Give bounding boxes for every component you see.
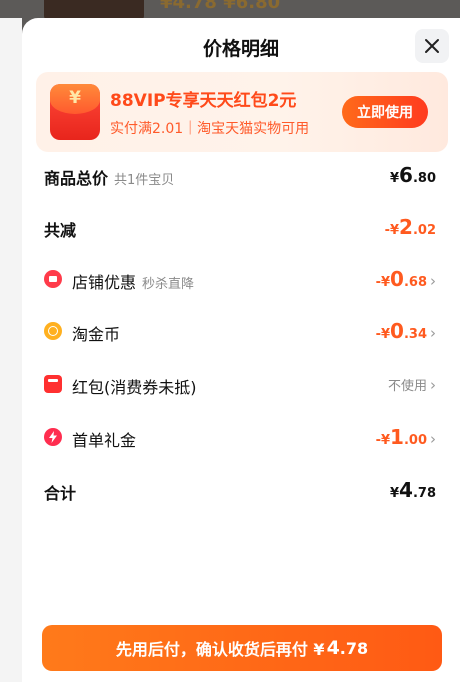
sheet-header: 价格明细: [22, 18, 460, 74]
pay-later-button[interactable]: 先用后付，确认收货后再付 ¥4.78: [42, 625, 442, 671]
grand-total-value: ¥4.78: [390, 478, 436, 502]
row-taojinbi[interactable]: 淘金币 -¥0.34 ›: [44, 318, 436, 346]
red-packet-value: 不使用 ›: [387, 376, 436, 394]
promo-subtitle: 实付满2.01｜淘宝天猫实物可用: [110, 121, 310, 137]
red-packet-icon: ¥: [50, 84, 100, 140]
close-button[interactable]: [415, 29, 449, 63]
goods-total-label: 商品总价: [44, 169, 109, 188]
chevron-right-icon: ›: [430, 430, 436, 448]
chevron-right-icon: ›: [430, 376, 436, 394]
pay-later-label: 先用后付，确认收货后再付 ¥: [115, 640, 325, 659]
shop-icon: [44, 270, 62, 288]
close-icon: [425, 39, 439, 53]
row-first-order-gift[interactable]: 首单礼金 -¥1.00 ›: [44, 424, 436, 452]
sheet-left-edge: [0, 18, 22, 682]
pay-later-amount-int: 4: [326, 637, 340, 659]
red-packet-label: 红包(消费券未抵): [72, 378, 197, 397]
lightning-icon: [44, 428, 62, 446]
row-total-reduction: 共减 -¥2.02: [44, 214, 436, 242]
first-order-gift-value: -¥1.00 ›: [375, 425, 436, 449]
vip-red-packet-banner[interactable]: ¥ 88VIP专享天天红包2元 实付满2.01｜淘宝天猫实物可用 立即使用: [36, 72, 448, 152]
shop-discount-tag: 秒杀直降: [142, 277, 195, 292]
chevron-right-icon: ›: [430, 324, 436, 342]
pay-later-amount-dec: .78: [339, 638, 369, 658]
goods-count: 共1件宝贝: [114, 173, 175, 188]
row-goods-total: 商品总价 共1件宝贝 ¥6.80: [44, 162, 436, 190]
row-shop-discount[interactable]: 店铺优惠 秒杀直降 -¥0.68 ›: [44, 266, 436, 294]
taojinbi-value: -¥0.34 ›: [375, 319, 436, 343]
promo-title: 88VIP专享天天红包2元: [110, 91, 297, 111]
taojinbi-label: 淘金币: [72, 325, 121, 344]
total-reduction-label: 共减: [44, 221, 77, 240]
background-price-text: ¥4.78 ¥6.80: [160, 0, 281, 13]
price-detail-sheet: 价格明细 ¥ 88VIP专享天天红包2元 实付满2.01｜淘宝天猫实物可用 立即…: [22, 18, 460, 682]
product-thumbnail: [44, 0, 144, 20]
goods-total-value: ¥6.80: [390, 163, 436, 187]
coin-icon: [44, 322, 62, 340]
row-red-packet[interactable]: 红包(消费券未抵) 不使用 ›: [44, 371, 436, 399]
chevron-right-icon: ›: [430, 272, 436, 290]
red-packet-icon: [44, 375, 62, 393]
shop-discount-label: 店铺优惠: [72, 273, 137, 292]
grand-total-label: 合计: [44, 484, 77, 503]
row-grand-total: 合计 ¥4.78: [44, 477, 436, 505]
total-reduction-value: -¥2.02: [384, 215, 436, 239]
first-order-gift-label: 首单礼金: [72, 431, 137, 450]
use-now-button[interactable]: 立即使用: [342, 96, 428, 128]
shop-discount-value: -¥0.68 ›: [375, 267, 436, 291]
sheet-title: 价格明细: [202, 38, 279, 60]
